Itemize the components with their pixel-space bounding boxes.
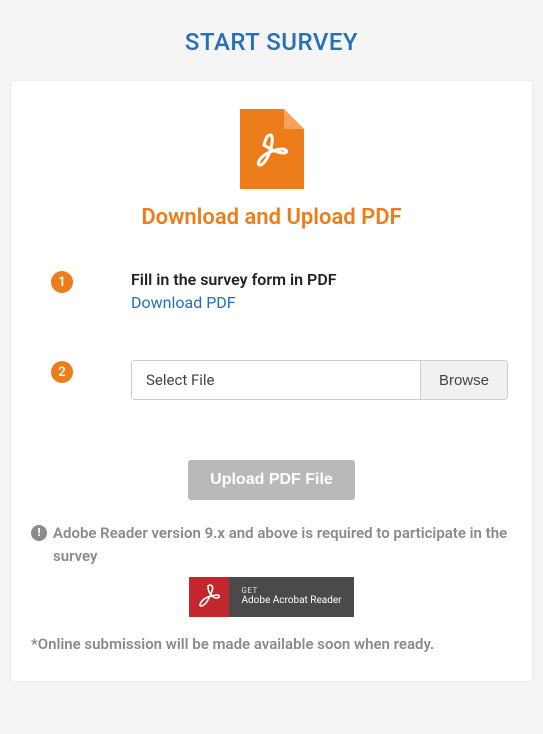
file-picker[interactable]: Select File Browse — [131, 360, 508, 400]
adobe-note-text: Adobe Reader version 9.x and above is re… — [53, 522, 512, 567]
footnote: *Online submission will be made availabl… — [31, 635, 512, 653]
upload-button[interactable]: Upload PDF File — [188, 460, 355, 500]
step-2: 2 Select File Browse — [31, 360, 512, 400]
step-badge-2: 2 — [51, 361, 73, 383]
survey-card: Download and Upload PDF 1 Fill in the su… — [10, 80, 533, 682]
pdf-file-icon — [240, 109, 304, 193]
pdf-icon-wrap — [31, 109, 512, 193]
file-input-placeholder[interactable]: Select File — [132, 361, 420, 399]
section-title: Download and Upload PDF — [31, 205, 512, 230]
info-icon: ! — [31, 525, 47, 541]
adobe-reader-button[interactable]: GET Adobe Acrobat Reader — [189, 577, 353, 617]
adobe-logo-icon — [189, 577, 229, 617]
step-1-text: Fill in the survey form in PDF — [131, 270, 512, 289]
step-badge-1: 1 — [51, 271, 73, 293]
adobe-get-label: GET — [241, 587, 341, 596]
browse-button[interactable]: Browse — [420, 361, 507, 399]
adobe-note: ! Adobe Reader version 9.x and above is … — [31, 522, 512, 567]
adobe-name-label: Adobe Acrobat Reader — [241, 595, 341, 607]
step-1: 1 Fill in the survey form in PDF Downloa… — [31, 270, 512, 312]
page-title: START SURVEY — [0, 0, 543, 80]
download-pdf-link[interactable]: Download PDF — [131, 293, 236, 312]
